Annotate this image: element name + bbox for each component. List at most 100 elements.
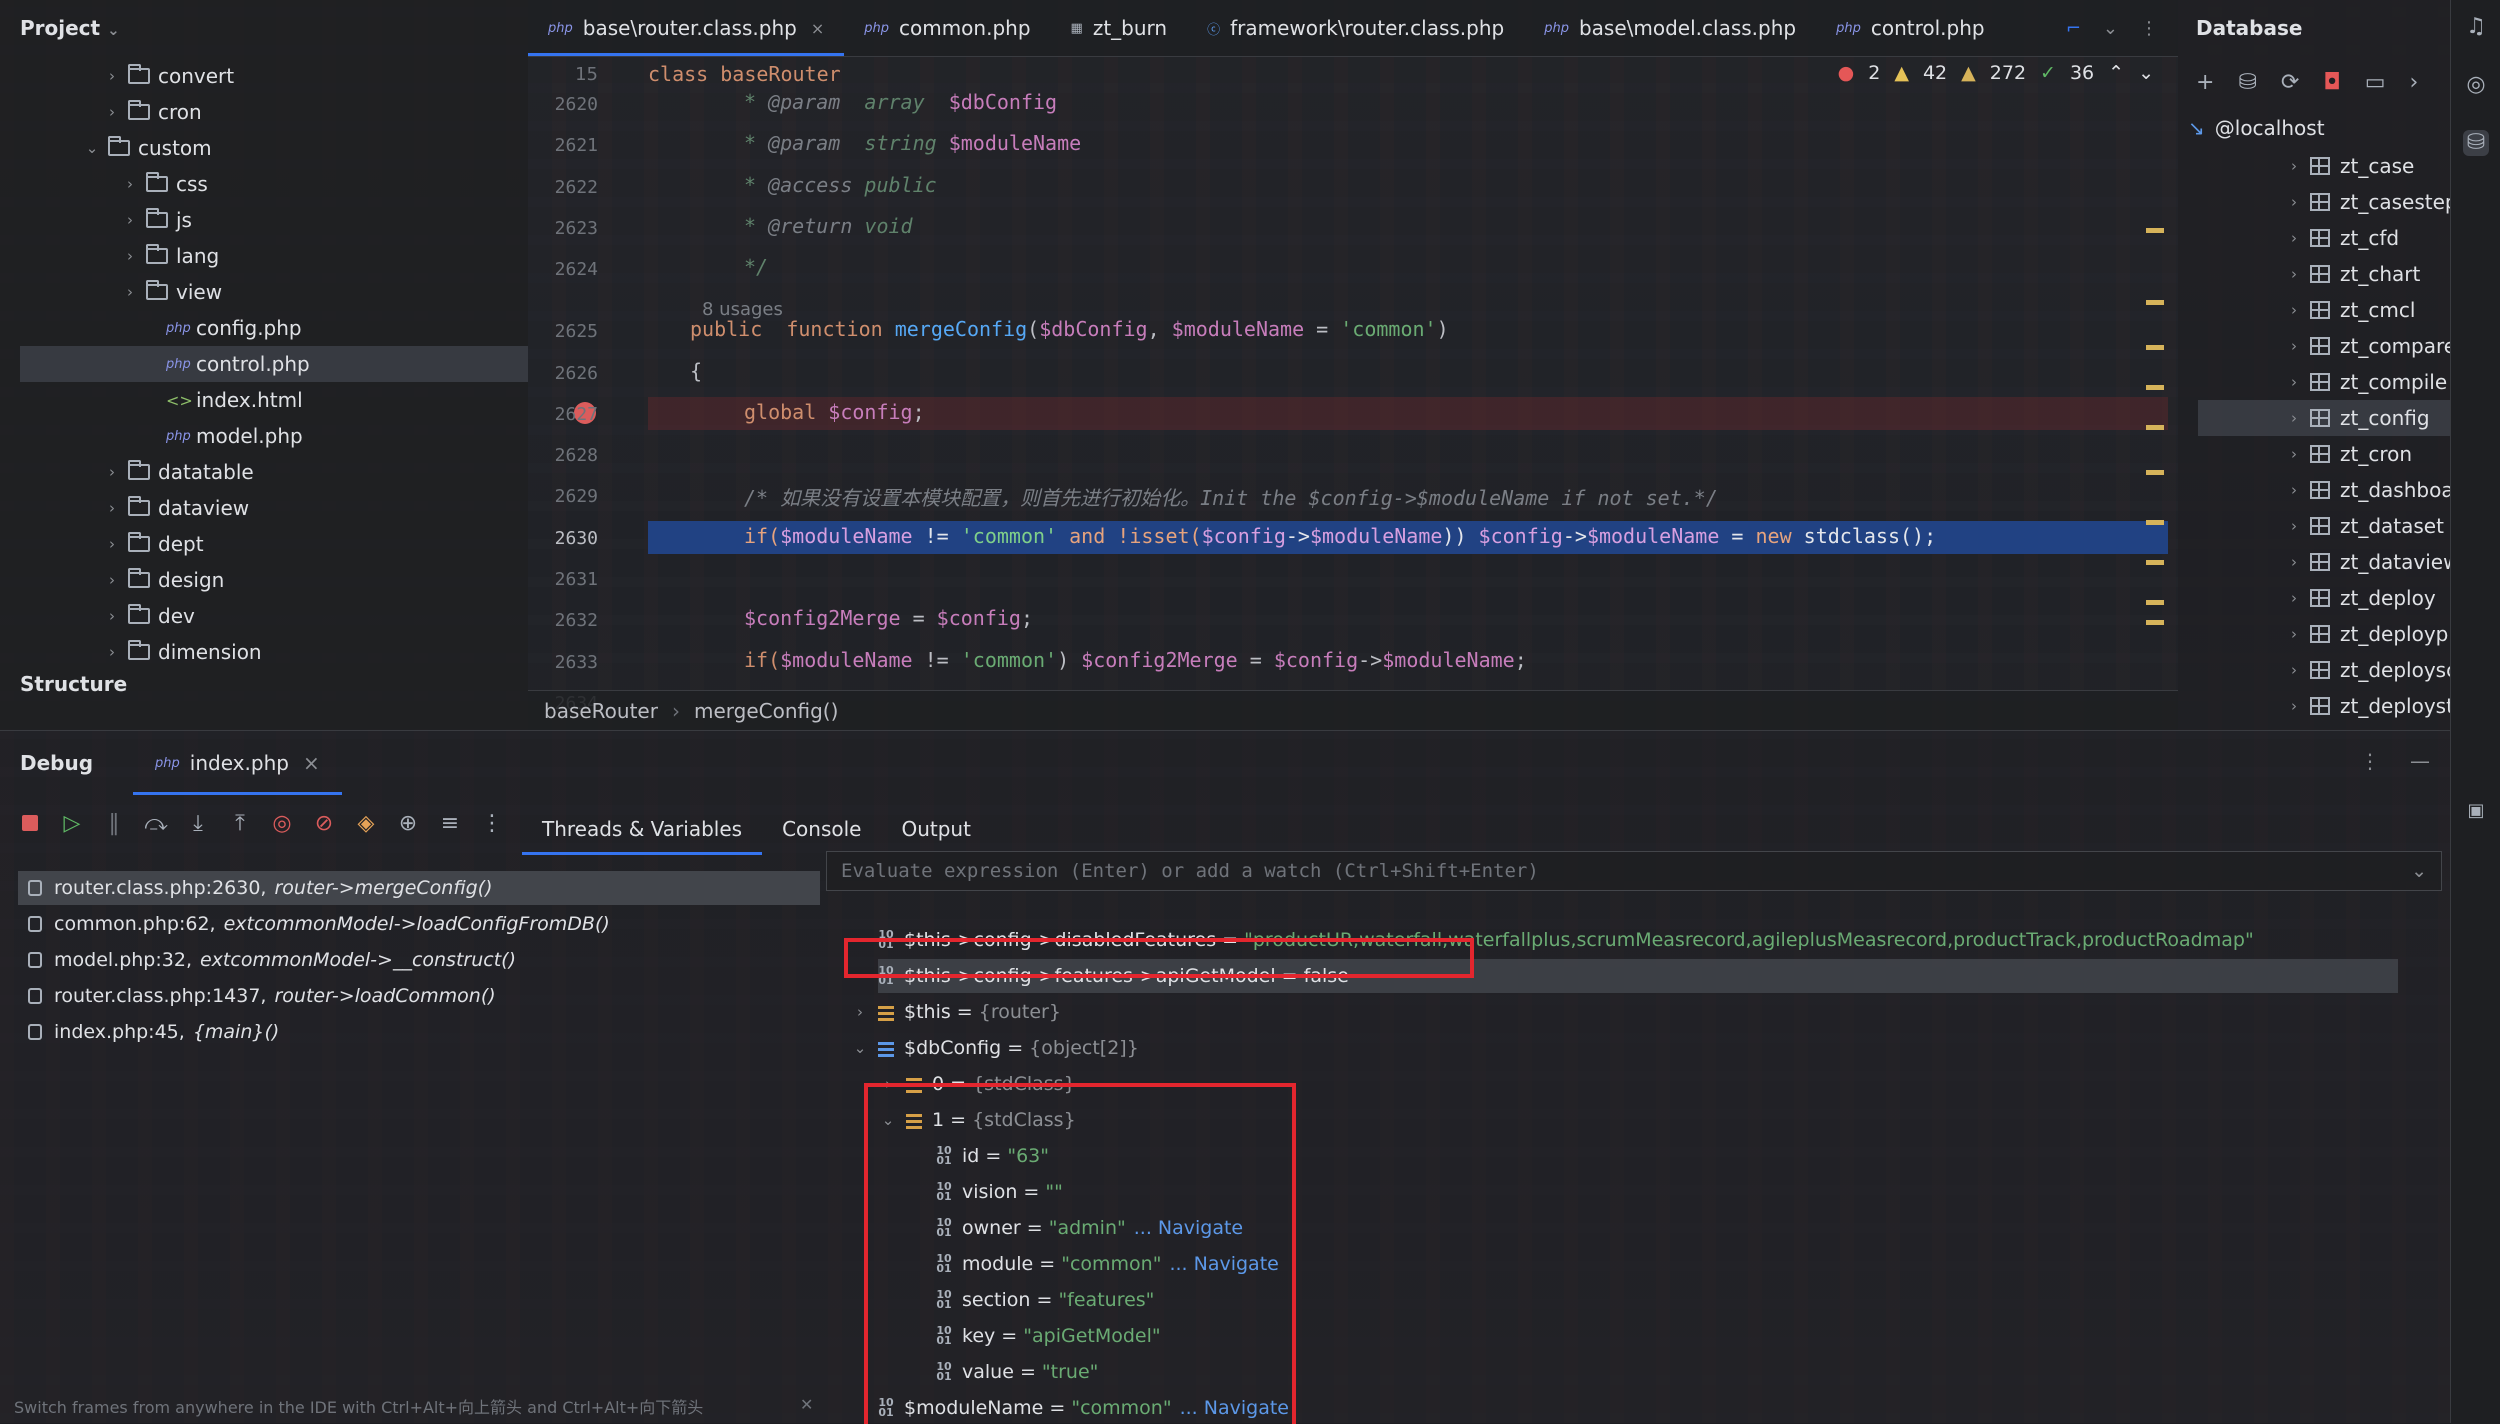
chevron-right-icon[interactable]: ›	[2286, 553, 2302, 571]
tab-common-php[interactable]: php common.php	[844, 0, 1050, 56]
chevron-right-icon[interactable]: ›	[2286, 193, 2302, 211]
chevron-right-icon[interactable]: ›	[2286, 445, 2302, 463]
tab-base-model-class-php[interactable]: php base\model.class.php	[1524, 0, 1816, 56]
step-into-icon[interactable]: ⤓	[186, 811, 210, 836]
chevron-right-icon[interactable]: ›	[104, 607, 120, 625]
db-table-zt_chart[interactable]: › zt_chart	[2286, 256, 2420, 292]
chevron-right-icon[interactable]: ›	[852, 1003, 868, 1021]
console-icon[interactable]: ▭	[2365, 70, 2386, 95]
variable-this[interactable]: › $this = {router}	[852, 995, 1061, 1029]
tree-item-design[interactable]: › design	[104, 562, 224, 598]
code-line-2624[interactable]: */	[744, 255, 768, 279]
view-breakpoints-icon[interactable]: ◎	[270, 811, 294, 836]
stack-frame[interactable]: model.php:32, extcommonModel->__construct…	[18, 943, 516, 977]
tree-item-dimension[interactable]: › dimension	[104, 634, 262, 670]
chevron-right-icon[interactable]: ›	[2286, 697, 2302, 715]
chevron-right-icon[interactable]: ›	[122, 175, 138, 193]
code-line-2621[interactable]: * @param string $moduleName	[744, 131, 1081, 155]
more-options-icon[interactable]: ⋮	[2360, 749, 2380, 773]
db-table-zt_dataset[interactable]: › zt_dataset	[2286, 508, 2444, 544]
stack-frame[interactable]: router.class.php:1437, router->loadCommon…	[18, 979, 496, 1013]
tab-console[interactable]: Console	[762, 803, 881, 855]
chevron-down-icon[interactable]: ⌄	[2103, 18, 2118, 39]
db-table-zt_dataview[interactable]: › zt_dataview	[2286, 544, 2450, 580]
scrollbar-marker[interactable]	[2146, 520, 2164, 525]
code-line-2632[interactable]: $config2Merge = $config;	[744, 606, 1033, 630]
chevron-right-icon[interactable]: ›	[122, 247, 138, 265]
ai-assistant-icon[interactable]: ◎	[2463, 72, 2489, 98]
chevron-right-icon[interactable]: ›	[2286, 661, 2302, 679]
variable-dbConfig[interactable]: ⌄ $dbConfig = {object[2]}	[852, 1031, 1139, 1065]
tree-item-control-php[interactable]: php control.php	[20, 346, 528, 382]
chevron-right-icon[interactable]: ›	[2286, 481, 2302, 499]
code-line-2627[interactable]: global $config;	[744, 400, 925, 424]
tab-threads-variables[interactable]: Threads & Variables	[522, 803, 763, 855]
tree-item-convert[interactable]: › convert	[104, 58, 234, 94]
db-table-zt_deploystep[interactable]: › zt_deploystep	[2286, 688, 2450, 724]
mute-breakpoints-icon[interactable]: ⊘	[312, 811, 336, 836]
close-icon[interactable]: ×	[303, 751, 320, 775]
tab-control-php[interactable]: php control.php	[1816, 0, 2005, 56]
more-actions-icon[interactable]: ⋮	[480, 811, 504, 836]
code-line-2633[interactable]: if($moduleName != 'common') $config2Merg…	[744, 648, 1527, 672]
code-line-2620[interactable]: * @param array $dbConfig	[744, 90, 1057, 114]
previous-highlight-icon[interactable]: ⌃	[2108, 62, 2124, 84]
datasource-properties-icon[interactable]: ⛁	[2238, 70, 2256, 95]
inspection-widget[interactable]: ● 2 ▲ 42 ▲ 272 ✓ 36 ⌃ ⌄	[1838, 62, 2154, 84]
tree-item-js[interactable]: › js	[122, 202, 192, 238]
code-line-2626[interactable]: {	[690, 359, 702, 383]
tab-framework-router-class-php[interactable]: ⓒ framework\router.class.php	[1187, 0, 1524, 56]
db-table-zt_case[interactable]: › zt_case	[2286, 148, 2414, 184]
tree-item-custom[interactable]: ⌄ custom	[84, 130, 212, 166]
chevron-right-icon[interactable]: ›	[104, 643, 120, 661]
tree-item-css[interactable]: › css	[122, 166, 208, 202]
scrollbar-marker[interactable]	[2146, 228, 2164, 233]
tree-item-index-html[interactable]: <> index.html	[142, 382, 303, 418]
refresh-icon[interactable]: ⟳	[2281, 70, 2299, 95]
db-table-zt_cmcl[interactable]: › zt_cmcl	[2286, 292, 2415, 328]
add-icon[interactable]: +	[2196, 70, 2214, 95]
tree-item-view[interactable]: › view	[122, 274, 222, 310]
tab-base-router-class-php[interactable]: php base\router.class.php ×	[528, 0, 845, 56]
db-table-zt_deployscope[interactable]: › zt_deployscope	[2286, 652, 2450, 688]
code-line-2622[interactable]: * @access public	[744, 173, 937, 197]
scrollbar-marker[interactable]	[2146, 385, 2164, 390]
db-table-zt_cfd[interactable]: › zt_cfd	[2286, 220, 2399, 256]
tree-item-cron[interactable]: › cron	[104, 94, 202, 130]
scrollbar-marker[interactable]	[2146, 345, 2164, 350]
minimize-icon[interactable]: —	[2410, 749, 2430, 773]
chevron-right-icon[interactable]: ›	[2286, 337, 2302, 355]
scrollbar-marker[interactable]	[2146, 620, 2164, 625]
chevron-right-icon[interactable]: ›	[104, 67, 120, 85]
db-table-zt_deployproduct[interactable]: › zt_deployproduct	[2286, 616, 2450, 652]
resume-icon[interactable]: ▷	[60, 811, 84, 836]
datasource-localhost[interactable]: ↘ @localhost	[2188, 110, 2325, 146]
chevron-right-icon[interactable]: ›	[2286, 409, 2302, 427]
chevron-right-icon[interactable]: ›	[2286, 625, 2302, 643]
db-table-zt_compare[interactable]: › zt_compare	[2286, 328, 2450, 364]
db-table-zt_dashboard[interactable]: › zt_dashboard	[2286, 472, 2450, 508]
database-tool-icon[interactable]: ⛁	[2463, 130, 2489, 156]
stack-frame[interactable]: common.php:62, extcommonModel->loadConfig…	[18, 907, 610, 941]
code-line-2629[interactable]: /* 如果没有设置本模块配置，则首先进行初始化。Init the $config…	[744, 482, 1718, 511]
chevron-right-icon[interactable]: ›	[2286, 589, 2302, 607]
stack-frame[interactable]: router.class.php:2630, router->mergeConfi…	[18, 871, 820, 905]
chevron-right-icon[interactable]: ›	[2286, 157, 2302, 175]
scrollbar-marker[interactable]	[2146, 300, 2164, 305]
disconnect-icon[interactable]: ◘	[2323, 70, 2340, 95]
next-highlight-icon[interactable]: ⌄	[2138, 62, 2154, 84]
tree-item-dept[interactable]: › dept	[104, 526, 204, 562]
db-table-zt_compile[interactable]: › zt_compile	[2286, 364, 2447, 400]
tree-item-config-php[interactable]: php config.php	[142, 310, 302, 346]
chevron-right-icon[interactable]: ›	[2286, 301, 2302, 319]
code-line-2630[interactable]: if($moduleName != 'common' and !isset($c…	[744, 524, 1936, 548]
chevron-right-icon[interactable]: ›	[122, 211, 138, 229]
tree-item-lang[interactable]: › lang	[122, 238, 219, 274]
layout-icon[interactable]: ▣	[2463, 800, 2489, 826]
chevron-right-icon[interactable]: ›	[2286, 373, 2302, 391]
scrollbar-marker[interactable]	[2146, 560, 2164, 565]
database-title[interactable]: Database	[2196, 16, 2302, 40]
chevron-right-icon[interactable]: ›	[104, 499, 120, 517]
step-over-icon[interactable]: ⤼	[144, 811, 168, 836]
evaluate-icon[interactable]: ⊕	[396, 811, 420, 836]
